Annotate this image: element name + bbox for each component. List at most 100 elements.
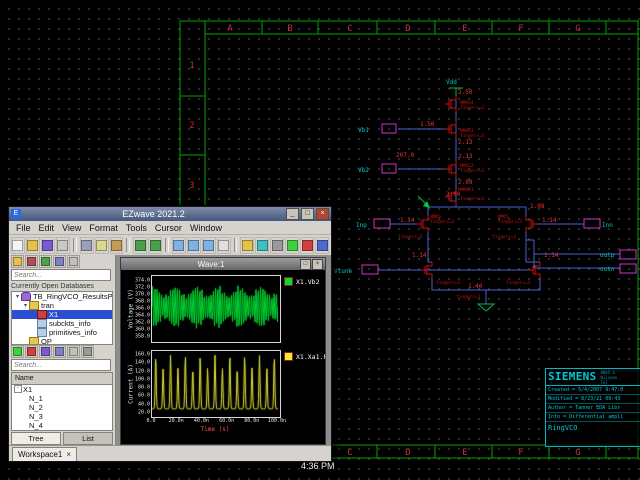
pan-icon[interactable] bbox=[217, 237, 231, 254]
workspace-tab[interactable]: Workspace1 × bbox=[12, 447, 77, 461]
overlay-signal-icon[interactable] bbox=[25, 345, 38, 358]
tree-item-tb_ringvco_resultspa[interactable]: ▾TB_RingVCO_ResultsPa bbox=[12, 292, 112, 301]
ezwave-titlebar[interactable]: E EZwave 2021.2 _ □ × bbox=[9, 207, 331, 221]
wave-titlebar[interactable]: Wave:1 □ × bbox=[121, 258, 325, 270]
wave-maximize-button[interactable]: □ bbox=[300, 259, 311, 270]
schematic-label: fingers=1 bbox=[460, 133, 485, 139]
minimize-button[interactable]: _ bbox=[286, 208, 299, 220]
menu-window[interactable]: Window bbox=[186, 223, 226, 233]
legend-item[interactable]: X1.Vb2 bbox=[284, 277, 319, 286]
wave-close-button[interactable]: × bbox=[312, 259, 323, 270]
schematic-label: fingers=1 bbox=[460, 196, 485, 202]
close-database-icon[interactable] bbox=[25, 255, 38, 268]
waveform-canvas-0[interactable] bbox=[152, 276, 278, 340]
expander-icon[interactable]: ▾ bbox=[14, 293, 21, 300]
panel-tab-list[interactable]: List bbox=[63, 432, 113, 445]
db-panel-label: Currently Open Databases bbox=[9, 282, 115, 291]
tree-item-op[interactable]: OP bbox=[12, 337, 112, 345]
database-search-input[interactable] bbox=[11, 269, 111, 281]
grid-icon[interactable] bbox=[270, 237, 284, 254]
print-icon[interactable] bbox=[56, 237, 70, 254]
waveform-canvas-1[interactable] bbox=[152, 351, 278, 415]
tree-item-tran[interactable]: ▾tran bbox=[12, 301, 112, 310]
open-database-icon[interactable] bbox=[11, 255, 24, 268]
sig-icon bbox=[37, 310, 47, 319]
schematic-label: 1.14 bbox=[400, 217, 415, 224]
title-block-row: Info = Differential ampli bbox=[546, 413, 640, 422]
filter-icon[interactable] bbox=[53, 255, 66, 268]
menu-tools[interactable]: Tools bbox=[122, 223, 151, 233]
copy-icon[interactable] bbox=[95, 237, 109, 254]
schematic-label: fingers=1 bbox=[456, 294, 481, 300]
cell-name: RingVCO bbox=[546, 422, 640, 434]
signal-color-icon[interactable] bbox=[300, 237, 314, 254]
legend-item[interactable]: X1.Xa1.P bbox=[284, 352, 325, 361]
paste-icon[interactable] bbox=[110, 237, 124, 254]
workspace-close-icon[interactable]: × bbox=[66, 450, 71, 459]
zoom-out-icon[interactable] bbox=[187, 237, 201, 254]
close-button[interactable]: × bbox=[316, 208, 329, 220]
schematic-label: 1.14 bbox=[544, 252, 559, 259]
menu-view[interactable]: View bbox=[58, 223, 85, 233]
wave-window: Wave:1 □ × Time (s) 374.0372.0370.0368.0… bbox=[120, 257, 326, 445]
wave-add-icon[interactable] bbox=[285, 237, 299, 254]
panel-tab-tree[interactable]: Tree bbox=[11, 432, 61, 445]
tree-item-x1[interactable]: -X1 bbox=[12, 385, 112, 394]
main-toolbar bbox=[9, 235, 331, 256]
refresh-icon[interactable] bbox=[39, 255, 52, 268]
help-icon[interactable] bbox=[315, 237, 329, 254]
tree-item-n_2[interactable]: N_2 bbox=[12, 403, 112, 412]
legend-swatch-icon bbox=[284, 277, 293, 286]
tree-item-n_1[interactable]: N_1 bbox=[12, 394, 112, 403]
measure-icon[interactable] bbox=[255, 237, 269, 254]
menu-format[interactable]: Format bbox=[85, 223, 122, 233]
x-tick-label: 40.0n bbox=[194, 418, 209, 424]
signal-tree: -X1N_1N_2N_3N_4 bbox=[11, 384, 113, 431]
schematic-label: fingers=1 bbox=[398, 234, 423, 240]
new-icon[interactable] bbox=[11, 237, 25, 254]
menu-edit[interactable]: Edit bbox=[35, 223, 59, 233]
tree-item-label: N_3 bbox=[29, 412, 43, 421]
tree-item-subckts_info[interactable]: subckts_info bbox=[12, 319, 112, 328]
plot-area-0[interactable]: 374.0372.0370.0368.0366.0364.0362.0360.0… bbox=[151, 275, 281, 343]
collapse-all-icon[interactable] bbox=[67, 255, 80, 268]
schematic-label: A bbox=[227, 24, 233, 34]
plot-area-1[interactable]: 160.0140.0120.0100.080.060.040.020.0Curr… bbox=[151, 350, 281, 418]
tree-item-n_4[interactable]: N_4 bbox=[12, 421, 112, 430]
tree-item-n_3[interactable]: N_3 bbox=[12, 412, 112, 421]
schematic-label: Inn bbox=[602, 222, 613, 229]
tree-item-primitives_info[interactable]: primitives_info bbox=[12, 328, 112, 337]
menu-cursor[interactable]: Cursor bbox=[151, 223, 186, 233]
signal-filter-icon[interactable] bbox=[53, 345, 66, 358]
expander-icon[interactable]: ▾ bbox=[22, 302, 29, 309]
save-icon[interactable] bbox=[41, 237, 55, 254]
app-icon: E bbox=[11, 209, 21, 219]
collapse-icon[interactable]: - bbox=[14, 385, 22, 393]
tree-item-label: primitives_info bbox=[49, 328, 97, 337]
sort-icon[interactable] bbox=[67, 345, 80, 358]
redo-icon[interactable] bbox=[148, 237, 162, 254]
schematic-label: Vb1 bbox=[358, 127, 369, 134]
plot-signal-icon[interactable] bbox=[11, 345, 24, 358]
tree-item-x1[interactable]: X1 bbox=[12, 310, 112, 319]
signal-search-input[interactable] bbox=[11, 359, 111, 371]
list-view-icon[interactable] bbox=[81, 345, 94, 358]
zoom-in-icon[interactable] bbox=[172, 237, 186, 254]
tree-item-label: X1 bbox=[49, 310, 58, 319]
name-column-header[interactable]: Name bbox=[11, 372, 113, 383]
workspace-bar: Workspace1 × bbox=[9, 445, 331, 461]
open-icon[interactable] bbox=[26, 237, 40, 254]
schematic-label: B bbox=[287, 24, 292, 34]
expression-icon[interactable] bbox=[39, 345, 52, 358]
schematic-label: D bbox=[405, 24, 410, 34]
schematic-label: 2.13 bbox=[458, 139, 473, 146]
maximize-button[interactable]: □ bbox=[301, 208, 314, 220]
schematic-label: E bbox=[462, 24, 467, 34]
menu-file[interactable]: File bbox=[12, 223, 35, 233]
title-block-row: Modified = 8/23/21 09:43 bbox=[546, 395, 640, 404]
undo-icon[interactable] bbox=[133, 237, 147, 254]
cursor-icon[interactable] bbox=[240, 237, 254, 254]
tree-item-label: N_2 bbox=[29, 403, 43, 412]
cut-icon[interactable] bbox=[80, 237, 94, 254]
zoom-full-icon[interactable] bbox=[202, 237, 216, 254]
